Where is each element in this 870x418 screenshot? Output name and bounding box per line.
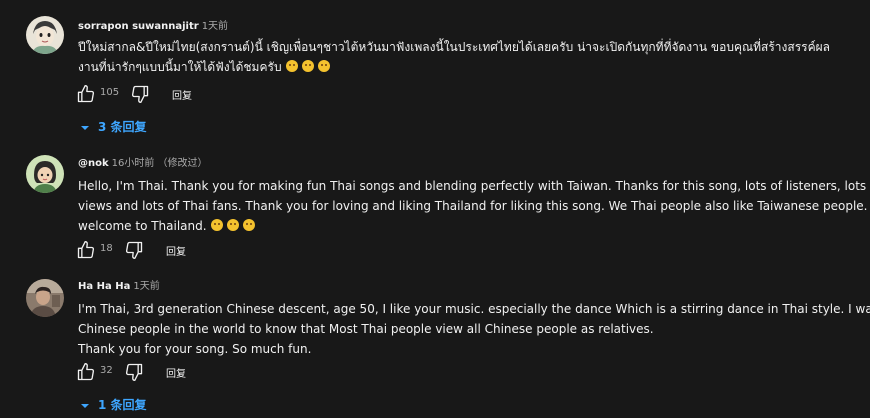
kissing-face-emoji-icon: [317, 60, 330, 72]
kissing-face-emoji-icon: [285, 60, 298, 72]
smiling-face-emoji-icon: [210, 219, 223, 231]
like-button[interactable]: [76, 362, 96, 382]
comment-text-line: Thank you for your song. So much fun.: [78, 342, 312, 356]
cartoon-face-avatar-icon: [26, 16, 64, 54]
comment-body: Hello, I'm Thai. Thank you for making fu…: [78, 176, 870, 236]
caret-down-icon: [81, 126, 89, 130]
replies-count-label: 1 条回复: [98, 398, 147, 412]
comment-timestamp[interactable]: 1天前: [202, 21, 228, 32]
kissing-face-emoji-icon: [301, 60, 314, 72]
dislike-button[interactable]: [124, 240, 144, 260]
thumbs-down-icon: [125, 363, 143, 381]
avatar[interactable]: [26, 279, 64, 317]
comment-text-line: views and lots of Thai fans. Thank you f…: [78, 199, 868, 213]
thumbs-up-icon: [77, 363, 95, 381]
comment-body: I'm Thai, 3rd generation Chinese descent…: [78, 299, 870, 359]
comment-author[interactable]: Ha Ha Ha: [78, 281, 130, 292]
like-button[interactable]: [76, 84, 96, 104]
comment-author[interactable]: @nok: [78, 158, 109, 169]
comment-text-line: Hello, I'm Thai. Thank you for making fu…: [78, 179, 870, 193]
thumbs-up-icon: [77, 85, 95, 103]
smiling-face-emoji-icon: [242, 219, 255, 231]
comment-body: ปีใหม่สากล&ปีใหม่ไทย(สงกรานต์)นี้ เชิญเพ…: [78, 37, 838, 77]
illustrated-person-avatar-icon: [26, 155, 64, 193]
thumbs-down-icon: [125, 241, 143, 259]
comment-actions: 105 回复: [76, 84, 276, 104]
comment-timestamp[interactable]: 1天前: [133, 281, 159, 292]
like-count: 32: [100, 365, 113, 376]
comment-text-line: I'm Thai, 3rd generation Chinese descent…: [78, 302, 870, 316]
comment-actions: 18 回复: [76, 240, 276, 260]
comment-text-line: งานที่น่ารักๆแบบนี้มาให้ได้ฟังได้ชมครับ: [78, 57, 838, 77]
reply-button[interactable]: 回复: [172, 87, 192, 102]
caret-down-icon: [81, 404, 89, 408]
dislike-button[interactable]: [124, 362, 144, 382]
comment-text-line: Chinese people in the world to know that…: [78, 322, 654, 336]
comment-text-line: welcome to Thailand.: [78, 216, 838, 236]
comment-actions: 32 回复: [76, 362, 276, 382]
thumbs-down-icon: [131, 85, 149, 104]
photo-avatar-icon: [26, 279, 64, 317]
comment-author[interactable]: sorrapon suwannajitr: [78, 21, 199, 32]
comment-text-line: ปีใหม่สากล&ปีใหม่ไทย(สงกรานต์)นี้ เชิญเพ…: [78, 40, 831, 54]
avatar[interactable]: [26, 16, 64, 54]
like-count: 105: [100, 87, 120, 98]
comments-section: sorrapon suwannajitr 1天前 ปีใหม่สากล&ปีใหม…: [0, 0, 870, 418]
view-replies-button[interactable]: 3 条回复: [80, 118, 147, 134]
dislike-button[interactable]: [130, 84, 150, 104]
view-replies-button[interactable]: 1 条回复: [80, 396, 147, 412]
thumbs-up-icon: [77, 241, 95, 259]
like-count: 18: [100, 243, 113, 254]
reply-button[interactable]: 回复: [166, 365, 186, 380]
comment-header: sorrapon suwannajitr 1天前: [78, 20, 228, 34]
comment-header: Ha Ha Ha 1天前: [78, 280, 160, 294]
replies-count-label: 3 条回复: [98, 120, 147, 134]
avatar[interactable]: [26, 155, 64, 193]
comment-header: @nok 16小时前 （修改过）: [78, 157, 208, 171]
like-button[interactable]: [76, 240, 96, 260]
smiling-face-emoji-icon: [226, 219, 239, 231]
comment-timestamp[interactable]: 16小时前 （修改过）: [112, 158, 208, 169]
reply-button[interactable]: 回复: [166, 243, 186, 258]
